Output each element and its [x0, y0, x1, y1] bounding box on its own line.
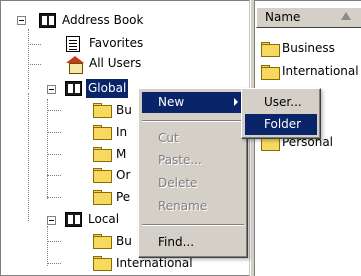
tree-node-label: Global [86, 79, 129, 98]
address-book-icon [65, 81, 82, 96]
folder-icon [93, 234, 112, 249]
folder-icon [93, 256, 112, 271]
menu-item-label: Folder [264, 117, 302, 131]
context-menu: New Cut Paste... Delete Rename Find... [138, 88, 248, 258]
folder-icon [93, 147, 112, 162]
menu-item-cut[interactable]: Cut [142, 128, 244, 149]
tree-node-label: Local [88, 212, 120, 226]
collapse-toggle[interactable] [47, 85, 56, 94]
home-icon [66, 56, 84, 74]
tree-line [47, 154, 61, 155]
tree-node-label: Favorites [89, 36, 144, 50]
list-item-label: Business [282, 41, 335, 55]
document-icon [66, 36, 80, 52]
menu-separator [142, 224, 244, 226]
tree-node-label: Bu [116, 234, 132, 248]
menu-item-find[interactable]: Find... [142, 232, 244, 253]
tree-line [28, 44, 41, 45]
menu-item-rename[interactable]: Rename [142, 196, 244, 217]
menu-item-label: Paste... [158, 153, 202, 167]
folder-icon [93, 103, 112, 118]
tree-line [47, 99, 48, 199]
tree-node-label: M [116, 147, 127, 161]
menu-item-new[interactable]: New [142, 92, 244, 113]
collapse-toggle[interactable] [47, 216, 56, 225]
menu-item-label: Find... [158, 235, 195, 249]
collapse-toggle[interactable] [17, 16, 26, 25]
tree-line [28, 64, 41, 65]
menu-item-label: Rename [158, 199, 208, 213]
menu-item-new-user[interactable]: User... [245, 92, 317, 113]
folder-icon [261, 65, 280, 80]
address-book-icon [65, 212, 82, 227]
tree-line [47, 175, 61, 176]
tree-node-label: Bu [116, 103, 132, 117]
menu-item-label: Cut [158, 131, 179, 145]
tree-node-label: Pe [116, 190, 131, 204]
menu-item-paste[interactable]: Paste... [142, 150, 244, 171]
tree-node-label: Address Book [62, 13, 144, 27]
list-item-label: International [282, 64, 359, 78]
tree-line [28, 29, 29, 89]
column-header-label: Name [265, 10, 301, 24]
tree-line [47, 241, 61, 242]
folder-icon [261, 42, 280, 57]
folder-icon [93, 168, 112, 183]
menu-item-new-folder[interactable]: Folder [245, 114, 317, 135]
tree-line [47, 263, 61, 264]
tree-line [47, 110, 61, 111]
menu-item-delete[interactable]: Delete [142, 173, 244, 194]
menu-item-label: Delete [158, 176, 198, 190]
tree-line [47, 197, 61, 198]
sort-ascending-icon [341, 12, 351, 20]
menu-item-label: User... [264, 95, 302, 109]
tree-line [47, 226, 48, 266]
tree-node-label: Or [116, 168, 131, 182]
menu-separator [142, 120, 244, 122]
tree-line [28, 93, 29, 221]
tree-node-label: All Users [89, 56, 142, 70]
submenu-arrow-icon [234, 98, 238, 106]
column-header-name[interactable]: Name [256, 7, 361, 28]
menu-item-label: New [158, 95, 185, 109]
address-book-icon [39, 13, 56, 28]
folder-icon [93, 125, 112, 140]
folder-icon [93, 190, 112, 205]
new-submenu: User... Folder [241, 88, 321, 139]
tree-node-label: In [116, 125, 128, 139]
tree-line [47, 132, 61, 133]
